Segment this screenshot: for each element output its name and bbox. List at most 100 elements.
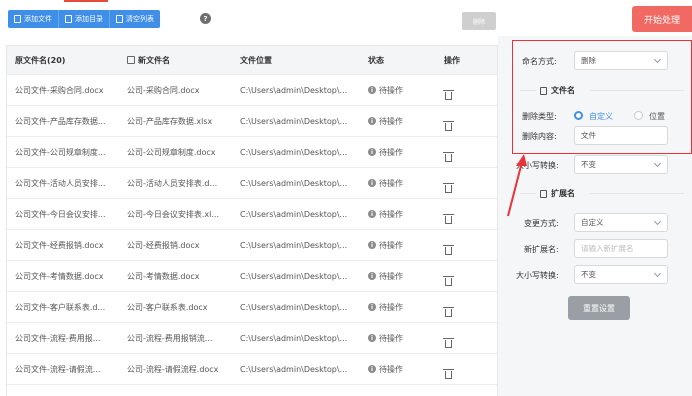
file-icon [14, 15, 21, 23]
radio-custom[interactable] [574, 111, 583, 120]
chevron-down-icon [653, 269, 662, 278]
new-name-cell: 公司-产品库存数据.xlsx [127, 116, 213, 126]
new-name-cell: 公司-经费报销.docx [127, 240, 200, 250]
status-cell: i 待操作 [368, 302, 403, 313]
original-name-cell: 公司文件-公司规章制度... [15, 147, 106, 157]
location-cell: C:\Users\admin\Desktop\... [240, 209, 348, 219]
header-operation: 操作 [444, 55, 460, 65]
table-row[interactable]: 公司文件-考情数据.docx 公司-考情数据.docx C:\Users\admin… [7, 261, 497, 292]
new-name-cell: 公司-客户联系表.docx [127, 302, 208, 312]
new-name-cell: 公司-公司规章制度.docx [127, 147, 216, 157]
table-row[interactable]: 公司文件-今日会议安排... 公司-今日会议安排表.xl... C:\Users\a… [7, 199, 497, 230]
reset-settings-button[interactable]: 重置设置 [568, 296, 630, 320]
new-name-cell: 公司-考情数据.docx [127, 271, 200, 281]
chevron-down-icon [653, 55, 662, 64]
status-text: 待操作 [379, 333, 403, 343]
status-cell: i 待操作 [368, 209, 403, 220]
original-name-cell: 公司文件-经费报销.docx [15, 240, 104, 250]
extension-section-title: 扩展名 [540, 188, 575, 199]
status-cell: i 待操作 [368, 271, 403, 282]
info-icon: i [368, 272, 376, 280]
info-icon: i [368, 86, 376, 94]
status-text: 待操作 [379, 240, 403, 250]
arrow-shaft [507, 161, 523, 217]
status-text: 待操作 [379, 116, 403, 126]
info-icon: i [368, 241, 376, 249]
table-row[interactable]: 公司文件-公司规章制度... 公司-公司规章制度.docx C:\Users\adm… [7, 137, 497, 168]
table-row[interactable]: 公司文件-经费报销.docx 公司-经费报销.docx C:\Users\admin… [7, 230, 497, 261]
table-row[interactable]: 公司文件-流程-费用报... 公司-流程-费用报销流... C:\Users\adm… [7, 323, 497, 354]
start-processing-button[interactable]: 开始处理 [632, 6, 692, 32]
status-text: 待操作 [379, 178, 403, 188]
case-conversion2-select[interactable]: 不变 [574, 265, 668, 284]
table-row[interactable]: 公司文件-流程-请假流... 公司-流程-请假流程.docx C:\Users\ad… [7, 354, 497, 385]
table-row[interactable]: 公司文件-产品库存数据... 公司-产品库存数据.xlsx C:\Users\adm… [7, 106, 497, 137]
case-conversion-value: 不变 [581, 160, 596, 169]
original-name-cell: 公司文件-流程-请假流... [15, 364, 101, 374]
case-conversion2-value: 不变 [581, 270, 596, 279]
add-file-button[interactable]: 添加文件 [8, 10, 59, 28]
location-cell: C:\Users\admin\Desktop\... [240, 240, 348, 250]
status-text: 待操作 [379, 364, 403, 374]
toolbar: 添加文件 添加目录 清空列表 [8, 10, 160, 28]
header-original-name: 原文件名(20) [15, 55, 66, 65]
original-name-cell: 公司文件-今日会议安排... [15, 209, 106, 219]
add-file-label: 添加文件 [24, 15, 52, 23]
change-method-select[interactable]: 自定义 [574, 213, 668, 232]
chevron-down-icon [653, 217, 662, 226]
status-cell: i 待操作 [368, 178, 403, 189]
original-name-cell: 公司文件-采购合同.docx [15, 85, 104, 95]
new-extension-label: 新扩展名: [524, 245, 559, 254]
annotation-arrow [507, 154, 527, 217]
new-extension-input[interactable]: 请输入新扩展名 [574, 239, 668, 258]
table-row[interactable]: 公司文件-活动人员安排... 公司-活动人员安排表.d... C:\Users\ad… [7, 168, 497, 199]
info-icon: i [368, 179, 376, 187]
status-text: 待操作 [379, 85, 403, 95]
extension-section-label: 扩展名 [551, 189, 575, 198]
new-name-cell: 公司-流程-费用报销流... [127, 333, 213, 343]
info-icon: i [368, 303, 376, 311]
delete-type-label: 删除类型: [522, 112, 557, 121]
location-cell: C:\Users\admin\Desktop\... [240, 85, 348, 95]
filename-section-title: 文件名 [540, 85, 575, 96]
info-icon: i [368, 148, 376, 156]
case-conversion-select[interactable]: 不变 [574, 155, 668, 174]
change-method-value: 自定义 [581, 218, 604, 227]
header-status: 状态 [368, 55, 384, 65]
top-accent-bar [64, 0, 108, 2]
original-name-cell: 公司文件-流程-费用报... [15, 333, 101, 343]
delete-content-input[interactable]: 文件 [574, 126, 668, 145]
naming-method-select[interactable]: 删除 [574, 51, 668, 70]
header-new-name: 新文件名 [127, 55, 170, 66]
status-cell: i 待操作 [368, 333, 403, 344]
table-header: 原文件名(20) 新文件名 文件位置 状态 操作 [7, 46, 497, 75]
table-row[interactable]: 公司文件-客户联系表.d... 公司-客户联系表.docx C:\Users\adm… [7, 292, 497, 323]
status-cell: i 待操作 [368, 240, 403, 251]
table-row[interactable]: 公司文件-采购合同.docx 公司-采购合同.docx C:\Users\admin… [7, 75, 497, 106]
status-cell: i 待操作 [368, 364, 403, 375]
divider [590, 90, 684, 91]
original-name-cell: 公司文件-产品库存数据... [15, 116, 106, 126]
status-cell: i 待操作 [368, 116, 403, 127]
radio-position[interactable] [634, 111, 643, 120]
clear-list-label: 清空列表 [126, 15, 154, 23]
add-folder-button[interactable]: 添加目录 [59, 10, 110, 28]
radio-position-label: 位置 [649, 112, 665, 121]
clear-list-button[interactable]: 清空列表 [110, 10, 160, 28]
status-text: 待操作 [379, 209, 403, 219]
help-icon[interactable]: ? [200, 13, 211, 24]
filename-section-label: 文件名 [551, 86, 575, 95]
delete-button[interactable]: 删除 [462, 12, 496, 30]
naming-method-label: 命名方式: [522, 57, 557, 66]
status-text: 待操作 [379, 302, 403, 312]
info-icon: i [368, 334, 376, 342]
status-cell: i 待操作 [368, 85, 403, 96]
status-text: 待操作 [379, 271, 403, 281]
location-cell: C:\Users\admin\Desktop\... [240, 364, 348, 374]
header-location: 文件位置 [240, 55, 272, 65]
arrow-head [516, 154, 527, 166]
edit-icon [127, 55, 135, 64]
delete-content-label: 删除内容: [522, 132, 557, 141]
folder-icon [65, 15, 72, 23]
document-icon [540, 189, 547, 198]
